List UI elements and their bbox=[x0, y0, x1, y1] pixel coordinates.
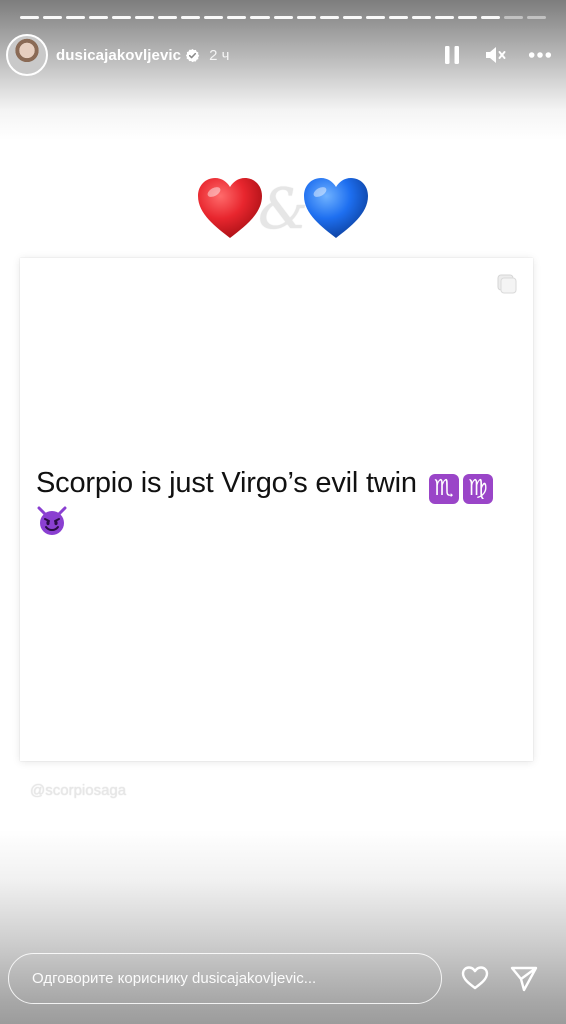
progress-segment bbox=[527, 16, 547, 19]
story-viewer: dusicajakovljevic 2 ч & Scorpio is just … bbox=[0, 0, 566, 1024]
more-button[interactable] bbox=[528, 43, 552, 67]
progress-segment bbox=[158, 16, 178, 19]
progress-segment bbox=[365, 16, 385, 19]
more-icon bbox=[528, 52, 552, 58]
progress-segment bbox=[457, 16, 477, 19]
pause-icon bbox=[445, 46, 459, 64]
pause-button[interactable] bbox=[440, 43, 464, 67]
scorpio-icon: ♏ bbox=[428, 474, 459, 504]
progress-segment bbox=[480, 16, 500, 19]
progress-segment bbox=[66, 16, 86, 19]
progress-segment bbox=[89, 16, 109, 19]
progress-segment bbox=[388, 16, 408, 19]
progress-segment bbox=[43, 16, 63, 19]
hearts-sticker: & bbox=[0, 172, 566, 244]
progress-segment bbox=[181, 16, 201, 19]
story-header: dusicajakovljevic 2 ч bbox=[6, 31, 552, 79]
blue-heart-icon bbox=[303, 178, 368, 238]
story-controls bbox=[440, 43, 552, 67]
virgo-icon: ♍ bbox=[462, 474, 493, 504]
source-handle: @scorpiosaga bbox=[30, 782, 127, 799]
quote-text: Scorpio is just Virgo’s evil twin bbox=[36, 467, 417, 499]
progress-segment bbox=[227, 16, 247, 19]
progress-segment bbox=[112, 16, 132, 19]
send-icon[interactable] bbox=[509, 963, 539, 993]
progress-segment bbox=[250, 16, 270, 19]
progress-segment bbox=[296, 16, 316, 19]
username[interactable]: dusicajakovljevic bbox=[56, 47, 181, 64]
quote-text-block: Scorpio is just Virgo’s evil twin ♏ ♍ bbox=[36, 463, 526, 544]
progress-segment bbox=[319, 16, 339, 19]
progress-segment bbox=[411, 16, 431, 19]
mute-button[interactable] bbox=[484, 43, 508, 67]
mute-icon bbox=[486, 47, 506, 63]
red-heart-icon bbox=[198, 178, 263, 238]
progress-segment bbox=[273, 16, 293, 19]
progress-segment bbox=[204, 16, 224, 19]
post-time: 2 ч bbox=[209, 46, 230, 64]
progress-segment bbox=[434, 16, 454, 19]
smiling-devil-icon bbox=[37, 506, 67, 535]
progress-segment bbox=[135, 16, 155, 19]
progress-segment bbox=[503, 16, 524, 19]
progress-segment bbox=[342, 16, 362, 19]
verified-badge-icon bbox=[186, 48, 200, 62]
reply-input[interactable] bbox=[32, 970, 441, 987]
avatar[interactable] bbox=[6, 34, 48, 76]
progress-segment bbox=[20, 16, 40, 19]
reply-box[interactable] bbox=[8, 953, 442, 1004]
copy-icon bbox=[497, 274, 517, 294]
story-progress-bar bbox=[20, 16, 547, 19]
heart-outline-icon[interactable] bbox=[460, 963, 490, 993]
